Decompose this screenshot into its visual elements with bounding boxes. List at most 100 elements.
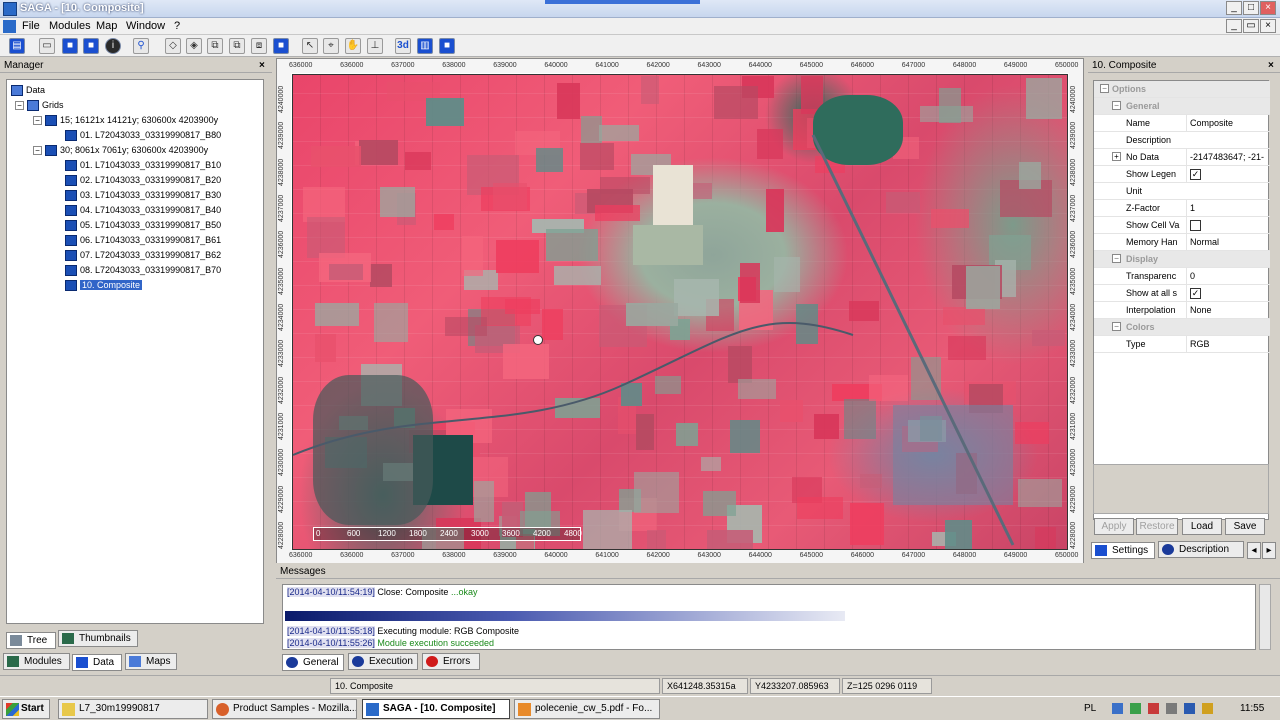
zoom-full-icon[interactable]: ◇	[165, 38, 181, 54]
category-general[interactable]: − General	[1094, 98, 1270, 115]
collapse-icon[interactable]: −	[33, 116, 42, 126]
tree-item[interactable]: 04. L71043033_03319990817_B40	[65, 204, 221, 217]
tree-item[interactable]: 03. L71043033_03319990817_B30	[65, 189, 221, 202]
doc-minimize-button[interactable]: _	[1226, 19, 1242, 33]
menu-help[interactable]: ?	[174, 20, 180, 32]
menu-modules[interactable]: Modules	[49, 20, 91, 32]
category-display[interactable]: − Display	[1094, 251, 1270, 268]
tree-root[interactable]: Data	[11, 84, 45, 97]
tab-tree[interactable]: Tree	[6, 632, 56, 649]
task-saga[interactable]: SAGA - [10. Composite]	[362, 699, 510, 719]
tray-bluetooth-icon[interactable]	[1184, 703, 1195, 714]
menu-window[interactable]: Window	[126, 20, 165, 32]
maximize-button[interactable]: □	[1243, 1, 1259, 15]
prop-type[interactable]: Type RGB	[1094, 336, 1270, 353]
tree-item[interactable]: 02. L71043033_03319990817_B20	[65, 174, 221, 187]
category-options[interactable]: − Options	[1094, 81, 1270, 98]
zoom-back-icon[interactable]: ◈	[186, 38, 202, 54]
apply-button[interactable]: Apply	[1094, 518, 1134, 535]
menu-map[interactable]: Map	[96, 20, 117, 32]
show-cell-values-checkbox[interactable]	[1190, 220, 1201, 232]
3d-view-icon[interactable]: 3d	[395, 38, 411, 54]
tab-thumbnails[interactable]: Thumbnails	[58, 630, 138, 647]
pin-icon[interactable]: ⚲	[133, 38, 149, 54]
message-log[interactable]: [2014-04-10/11:54:19] Close: Composite .…	[282, 584, 1256, 650]
expand-icon[interactable]: +	[1112, 152, 1121, 161]
data-tree[interactable]: Data − Grids −15; 16121x 14121y; 630600x …	[6, 79, 264, 624]
menu-file[interactable]: File	[22, 20, 40, 32]
collapse-icon[interactable]: −	[1112, 101, 1121, 110]
properties-close-icon[interactable]: ×	[1268, 60, 1274, 71]
zoom-selection-icon[interactable]: ⧈	[251, 38, 267, 54]
doc-close-button[interactable]: ×	[1260, 19, 1276, 33]
tab-general[interactable]: General	[282, 654, 344, 671]
tree-grids[interactable]: − Grids	[15, 99, 64, 112]
tree-system-2[interactable]: −30; 8061x 7061y; 630600x 4203900y	[33, 144, 208, 157]
collapse-icon[interactable]: −	[1112, 254, 1121, 263]
tree-item[interactable]: 06. L71043033_03319990817_B61	[65, 234, 221, 247]
map-view[interactable]: 636000 636000 637000 638000 639000 640000 6410…	[276, 58, 1084, 563]
tab-settings[interactable]: Settings	[1091, 542, 1155, 559]
layout-icon[interactable]: ■	[439, 38, 455, 54]
zoom-forward-icon[interactable]: ⧉	[207, 38, 223, 54]
task-pdf[interactable]: polecenie_cw_5.pdf - Fo...	[514, 699, 660, 719]
prop-interpolation[interactable]: Interpolation None	[1094, 302, 1270, 319]
close-window-button[interactable]: ×	[1260, 1, 1276, 15]
tray-antivirus-icon[interactable]	[1148, 703, 1159, 714]
tab-data[interactable]: Data	[72, 654, 122, 671]
prop-show-cell-values[interactable]: Show Cell Va	[1094, 217, 1270, 234]
prop-name[interactable]: Name Composite	[1094, 115, 1270, 132]
window-icon[interactable]: ▭	[39, 38, 55, 54]
tab-execution[interactable]: Execution	[348, 653, 418, 670]
tray-update-icon[interactable]	[1202, 703, 1213, 714]
tree-item[interactable]: 01. L71043033_03319990817_B10	[65, 159, 221, 172]
tree-item[interactable]: 07. L72043033_03319990817_B62	[65, 249, 221, 262]
zoom-layer-icon[interactable]: ⧉	[229, 38, 245, 54]
load-button[interactable]: Load	[1182, 518, 1222, 535]
prop-no-data[interactable]: + No Data -2147483647; -21-	[1094, 149, 1270, 166]
tree-system-1[interactable]: −15; 16121x 14121y; 630600x 4203900y	[33, 114, 218, 127]
zoom-tool-icon[interactable]: ⌖	[323, 38, 339, 54]
collapse-icon[interactable]: −	[33, 146, 42, 156]
measure-icon[interactable]: ⊥	[367, 38, 383, 54]
message-scrollbar[interactable]	[1259, 584, 1271, 650]
tab-modules[interactable]: Modules	[3, 653, 70, 670]
info-icon[interactable]: i	[105, 38, 121, 54]
grid-icon[interactable]: ■	[62, 38, 78, 54]
property-grid[interactable]: − Options − General Name Composite Descript…	[1093, 80, 1270, 520]
category-colors[interactable]: − Colors	[1094, 319, 1270, 336]
scroll-left-icon[interactable]: ◂	[1247, 542, 1261, 559]
tab-maps[interactable]: Maps	[125, 653, 177, 670]
save-button[interactable]: Save	[1225, 518, 1265, 535]
pan-hand-icon[interactable]: ✋	[345, 38, 361, 54]
start-button[interactable]: Start	[2, 699, 50, 719]
language-indicator[interactable]: PL	[1084, 703, 1096, 714]
tree-item[interactable]: 01. L72043033_03319990817_B80	[65, 129, 221, 142]
scroll-right-icon[interactable]: ▸	[1262, 542, 1276, 559]
grid-view-icon[interactable]: ■	[83, 38, 99, 54]
prop-show-at-all-scales[interactable]: Show at all s ✓	[1094, 285, 1270, 302]
select-cursor-icon[interactable]: ↖	[302, 38, 318, 54]
collapse-icon[interactable]: −	[1112, 322, 1121, 331]
doc-restore-button[interactable]: ▭	[1243, 19, 1259, 33]
prop-show-legend[interactable]: Show Legen ✓	[1094, 166, 1270, 183]
open-folder-icon[interactable]: ▤	[9, 38, 25, 54]
prop-transparency[interactable]: Transparenc 0	[1094, 268, 1270, 285]
tree-item[interactable]: 05. L71043033_03319990817_B50	[65, 219, 221, 232]
collapse-icon[interactable]: −	[15, 101, 24, 111]
restore-button[interactable]: Restore	[1136, 518, 1178, 535]
manager-close-icon[interactable]: ×	[259, 60, 265, 71]
prop-unit[interactable]: Unit	[1094, 183, 1270, 200]
task-firefox[interactable]: Product Samples - Mozilla...	[212, 699, 357, 719]
histogram-icon[interactable]: ▥	[417, 38, 433, 54]
collapse-icon[interactable]: −	[1100, 84, 1109, 93]
prop-z-factor[interactable]: Z-Factor 1	[1094, 200, 1270, 217]
show-legend-checkbox[interactable]: ✓	[1190, 169, 1201, 181]
tray-volume-icon[interactable]	[1166, 703, 1177, 714]
tray-network-icon[interactable]	[1112, 703, 1123, 714]
synchronize-icon[interactable]: ■	[273, 38, 289, 54]
tab-description[interactable]: Description	[1158, 541, 1244, 558]
tray-shield-icon[interactable]	[1130, 703, 1141, 714]
prop-description[interactable]: Description	[1094, 132, 1270, 149]
task-folder[interactable]: L7_30m19990817	[58, 699, 208, 719]
